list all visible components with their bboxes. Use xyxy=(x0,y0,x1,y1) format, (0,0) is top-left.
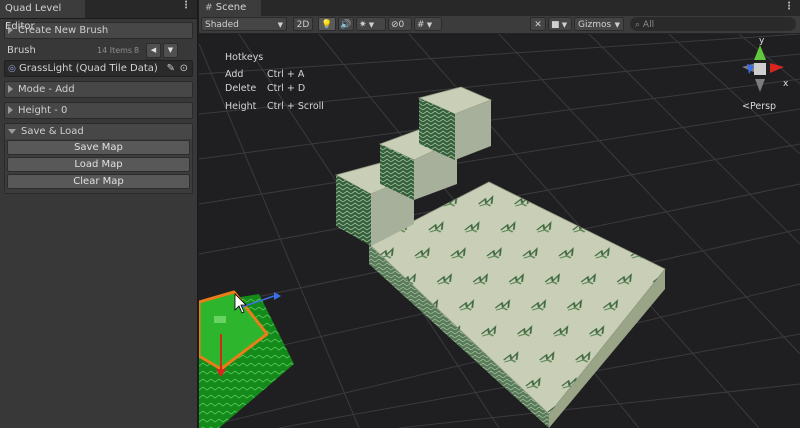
hidden-count: 0 xyxy=(398,20,405,30)
toggle-2d-button[interactable]: 2D xyxy=(293,17,313,31)
effects-icon[interactable]: ✷ ▼ xyxy=(356,17,386,31)
lightbulb-icon[interactable]: 💡 xyxy=(318,17,336,31)
gizmos-dropdown[interactable]: Gizmos ▼ xyxy=(574,17,624,31)
scene-gizmo-icon[interactable] xyxy=(742,45,784,92)
axis-x-label: x xyxy=(783,79,789,89)
visibility-icon[interactable]: ⊘0 xyxy=(388,17,412,31)
foldout-expanded-icon xyxy=(8,128,16,134)
tools-icon[interactable]: ✕ xyxy=(530,17,546,31)
object-picker-icon[interactable]: ⊙ xyxy=(180,61,188,76)
kebab-menu-icon[interactable]: ⋮ xyxy=(784,1,794,12)
search-placeholder: All xyxy=(642,20,655,30)
foldout-arrow-icon xyxy=(8,85,13,93)
dropdown-arrow-icon: ▼ xyxy=(614,21,620,29)
scene-tab-label: Scene xyxy=(215,2,247,13)
hotkey-height-action: Height xyxy=(225,101,257,112)
height-label: Height - 0 xyxy=(18,105,68,116)
mode-label: Mode - Add xyxy=(18,84,75,95)
persp-label: Persp xyxy=(749,101,777,112)
foldout-arrow-icon xyxy=(8,106,13,114)
hotkey-delete-action: Delete xyxy=(225,83,257,94)
kebab-menu-icon[interactable]: ⋮ xyxy=(181,0,191,11)
axis-y-label: y xyxy=(759,36,765,46)
panel-tab-bar: Quad Level Editor ⋮ xyxy=(0,0,197,32)
tile-data-icon: ◎ xyxy=(8,64,16,74)
save-load-foldout[interactable]: Save & Load xyxy=(5,124,192,139)
hotkey-add-action: Add xyxy=(225,69,244,80)
tab-scene[interactable]: # Scene xyxy=(199,0,261,16)
panel-tab-quad-level-editor[interactable]: Quad Level Editor xyxy=(0,0,85,32)
brush-label: Brush xyxy=(7,45,36,56)
scene-viewport[interactable]: y x <Persp Hotkeys Add Ctrl + A Delete C… xyxy=(199,34,800,428)
clear-map-button[interactable]: Clear Map xyxy=(7,174,190,189)
camera-icon[interactable]: ■ ▼ xyxy=(548,17,572,31)
dropdown-arrow-icon: ▼ xyxy=(277,21,283,29)
perspective-toggle[interactable]: <Persp xyxy=(742,101,776,112)
height-foldout[interactable]: Height - 0 xyxy=(4,102,193,119)
save-load-section: Save & Load Save Map Load Map Clear Map xyxy=(4,123,193,194)
previous-brush-button[interactable]: ◀ xyxy=(146,43,161,58)
scene-search-input[interactable]: ⌕ All xyxy=(630,17,796,31)
scene-tab-bar: # Scene ⋮ xyxy=(199,0,800,17)
brush-index: 8 xyxy=(134,46,140,55)
mode-foldout[interactable]: Mode - Add xyxy=(4,81,193,98)
scene-view: # Scene ⋮ Shaded ▼ 2D 💡 🔊 ✷ ▼ ⊘0 # ▼ ✕ ■… xyxy=(199,0,800,428)
shading-mode-value: Shaded xyxy=(205,20,239,30)
save-map-button[interactable]: Save Map xyxy=(7,140,190,155)
save-load-label: Save & Load xyxy=(21,126,84,137)
pencil-icon[interactable]: ✎ xyxy=(167,61,175,76)
selected-tile[interactable] xyxy=(199,290,294,428)
grid-toggle-icon[interactable]: # ▼ xyxy=(414,17,442,31)
quad-level-editor-panel: Quad Level Editor ⋮ Create New Brush Bru… xyxy=(0,0,198,428)
hotkey-delete-keys: Ctrl + D xyxy=(267,83,306,94)
brush-value: GrassLight (Quad Tile Data) xyxy=(19,63,158,74)
brush-down-button[interactable]: ▼ xyxy=(163,43,178,58)
brush-object-field[interactable]: ◎ GrassLight (Quad Tile Data) ✎ ⊙ xyxy=(4,60,193,77)
hotkey-add-keys: Ctrl + A xyxy=(267,69,305,80)
search-icon: ⌕ xyxy=(635,20,641,30)
gizmos-label: Gizmos xyxy=(578,20,612,30)
brush-row: Brush 14 Items 8 ◀▼▶ xyxy=(4,43,193,74)
audio-icon[interactable]: 🔊 xyxy=(338,17,354,31)
load-map-button[interactable]: Load Map xyxy=(7,157,190,172)
brush-count: 14 Items xyxy=(97,46,133,55)
hotkeys-title: Hotkeys xyxy=(225,52,264,63)
hotkey-height-keys: Ctrl + Scroll xyxy=(267,101,324,112)
persp-arrow-icon: < xyxy=(742,101,750,112)
shading-mode-dropdown[interactable]: Shaded ▼ xyxy=(201,17,287,31)
scene-grid-icon: # xyxy=(205,3,213,13)
scene-toolbar: Shaded ▼ 2D 💡 🔊 ✷ ▼ ⊘0 # ▼ ✕ ■ ▼ Gizmos … xyxy=(199,16,800,34)
